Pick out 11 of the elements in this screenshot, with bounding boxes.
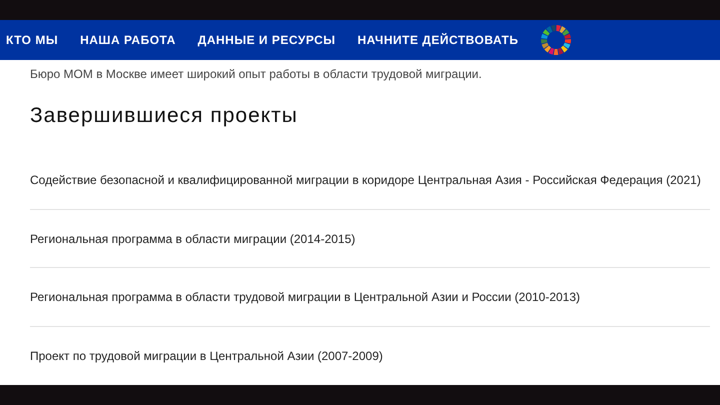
nav-link[interactable]: НАЧНИТЕ ДЕЙСТВОВАТЬ — [358, 31, 518, 49]
project-link[interactable]: Региональная программа в области трудовой миграции в Центральной Азии и России (2010-2013) — [30, 288, 580, 306]
section-title: Завершившиеся проекты — [30, 103, 299, 129]
project-link[interactable]: Содействие безопасной и квалифицированной миграции в коридоре Центральная Азия - Российская Федерация (2021) — [30, 171, 701, 190]
nav-link[interactable]: ДАННЫЕ И РЕСУРСЫ — [198, 31, 336, 49]
project-link[interactable]: Проект по трудовой миграции в Центральной Азии (2007-2009) — [30, 346, 383, 365]
intro-text: Бюро МОМ в Москве имеет широкий опыт работы в области трудовой миграции. — [30, 66, 483, 83]
nav-link[interactable]: КТО МЫ — [6, 31, 58, 49]
wheel-logo-icon[interactable] — [540, 24, 572, 56]
nav-link[interactable]: НАША РАБОТА — [80, 31, 176, 49]
project-link[interactable]: Региональная программа в области миграции (2014-2015) — [30, 230, 356, 248]
